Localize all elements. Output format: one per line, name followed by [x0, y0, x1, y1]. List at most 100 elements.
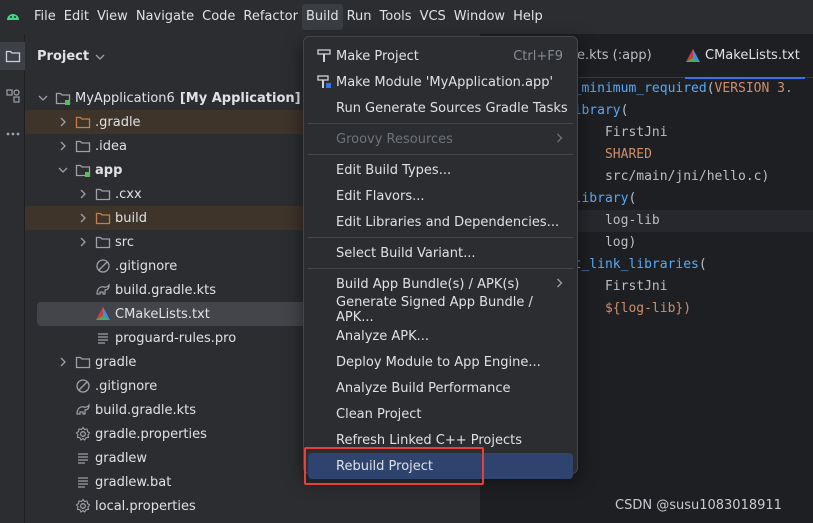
menu-code[interactable]: Code	[198, 4, 239, 30]
project-tool-folder-icon[interactable]	[0, 42, 25, 70]
menu-item-make-project[interactable]: Make Project Ctrl+F9	[308, 43, 573, 69]
tab-label: e.kts (:app)	[577, 48, 652, 63]
settings-icon	[75, 498, 91, 514]
tree-item-label: .gradle	[95, 114, 141, 130]
folder-icon	[95, 186, 111, 202]
chevron-right-icon[interactable]	[77, 188, 89, 200]
chevron-down-icon[interactable]	[57, 164, 69, 176]
tree-item-label: gradle.properties	[95, 426, 207, 442]
tree-item-label: build	[115, 210, 147, 226]
menu-refactor[interactable]: Refactor	[239, 4, 302, 30]
menu-window[interactable]: Window	[450, 4, 509, 30]
more-tools-icon[interactable]	[0, 120, 25, 148]
code-token: (	[620, 103, 629, 118]
folder-icon	[75, 138, 91, 154]
gradle-icon	[75, 402, 91, 418]
tab-cmakelists[interactable]: CMakeLists.txt	[685, 34, 805, 79]
menu-item-build-app-bundle-s-apk-s[interactable]: Build App Bundle(s) / APK(s)	[308, 271, 573, 297]
project-name-suffix: [My Application]	[179, 90, 301, 106]
folder-icon	[95, 210, 111, 226]
menu-build[interactable]: Build	[301, 4, 343, 30]
code-line[interactable]: src/main/jni/hello.c)	[558, 166, 769, 188]
module-folder-icon	[75, 162, 91, 178]
tree-item-label: gradle	[95, 354, 137, 370]
menu-separator	[308, 123, 573, 124]
tree-item-label: app	[95, 162, 123, 178]
menu-item-clean-project[interactable]: Clean Project	[308, 401, 573, 427]
menu-item-deploy-module-to-app-engine[interactable]: Deploy Module to App Engine...	[308, 349, 573, 375]
menu-item-generate-signed-app-bundle-apk[interactable]: Generate Signed App Bundle / APK...	[308, 295, 573, 325]
watermark: CSDN @susu1083018911	[615, 498, 782, 513]
chevron-right-icon[interactable]	[77, 212, 89, 224]
menu-file[interactable]: File	[30, 4, 60, 30]
code-token: (	[698, 257, 707, 272]
tab-build-gradle[interactable]: e.kts (:app)	[577, 34, 652, 78]
menu-item-edit-build-types[interactable]: Edit Build Types...	[308, 157, 573, 183]
menu-edit[interactable]: Edit	[60, 4, 93, 30]
menu-item-label: Analyze Build Performance	[336, 380, 511, 396]
submenu-arrow-icon	[556, 132, 563, 146]
build-menu-dropdown: Make Project Ctrl+F9 Make Module 'MyApplic…	[303, 36, 578, 479]
menu-item-analyze-apk[interactable]: Analyze APK...	[308, 323, 573, 349]
menu-tools[interactable]: Tools	[376, 4, 416, 30]
menu-item-label: Select Build Variant...	[336, 245, 476, 261]
menu-navigate[interactable]: Navigate	[132, 4, 198, 30]
menu-run[interactable]: Run	[343, 4, 376, 30]
menu-separator	[308, 154, 573, 155]
menu-separator	[308, 237, 573, 238]
chevron-down-icon[interactable]	[37, 92, 49, 104]
tree-item-label: proguard-rules.pro	[115, 330, 237, 346]
menu-item-label: Edit Libraries and Dependencies...	[336, 214, 560, 230]
tool-window-strip	[0, 34, 25, 523]
tree-item-label: local.properties	[95, 498, 196, 514]
chevron-right-icon[interactable]	[77, 236, 89, 248]
menu-item-run-generate-sources-gradle-tasks[interactable]: Run Generate Sources Gradle Tasks	[308, 95, 573, 121]
folder-icon	[75, 114, 91, 130]
tree-item-label: CMakeLists.txt	[115, 306, 210, 322]
menu-view[interactable]: View	[93, 4, 132, 30]
menu-item-edit-libraries-and-dependencies[interactable]: Edit Libraries and Dependencies...	[308, 209, 573, 235]
code-token: VERSION 3.	[714, 81, 793, 96]
menu-item-label: Edit Flavors...	[336, 188, 425, 204]
menu-item-analyze-build-performance[interactable]: Analyze Build Performance	[308, 375, 573, 401]
tree-item-label: gradlew	[95, 450, 148, 466]
tree-item-label: build.gradle.kts	[95, 402, 197, 418]
chevron-right-icon[interactable]	[57, 356, 69, 368]
menu-vcs[interactable]: VCS	[416, 4, 450, 30]
menu-item-make-module-myapplication-app[interactable]: Make Module 'MyApplication.app'	[308, 69, 573, 95]
chevron-right-icon[interactable]	[57, 116, 69, 128]
menu-item-select-build-variant[interactable]: Select Build Variant...	[308, 240, 573, 266]
menu-item-label: Clean Project	[336, 406, 422, 422]
module-folder-icon	[55, 90, 71, 106]
code-token: get_link_libraries	[558, 257, 699, 272]
menu-item-label: Edit Build Types...	[336, 162, 452, 178]
menu-item-groovy-resources: Groovy Resources	[308, 126, 573, 152]
project-panel-header[interactable]: Project	[37, 49, 105, 64]
menu-item-label: Run Generate Sources Gradle Tasks	[336, 100, 568, 116]
cmake-icon	[686, 49, 700, 62]
code-line[interactable]: ke_minimum_required(VERSION 3.	[558, 78, 793, 100]
menu-help[interactable]: Help	[509, 4, 547, 30]
code-line[interactable]: get_link_libraries(	[558, 254, 707, 276]
code-token: src/main/jni/hello.c)	[558, 169, 770, 184]
tree-item-label: gradlew.bat	[95, 474, 172, 490]
tree-item-local-properties[interactable]: local.properties	[25, 494, 480, 518]
tree-item-label: .gitignore	[95, 378, 158, 394]
gradle-icon	[95, 282, 111, 298]
tree-item-label: build.gradle.kts	[115, 282, 217, 298]
menu-item-edit-flavors[interactable]: Edit Flavors...	[308, 183, 573, 209]
menu-item-label: Groovy Resources	[336, 131, 453, 147]
structure-tool-icon[interactable]	[0, 82, 25, 110]
menu-item-shortcut: Ctrl+F9	[513, 48, 563, 64]
gitignore-icon	[95, 258, 111, 274]
settings-icon	[75, 426, 91, 442]
menu-item-label: Refresh Linked C++ Projects	[336, 432, 523, 448]
chevron-right-icon[interactable]	[57, 140, 69, 152]
tab-label: CMakeLists.txt	[705, 48, 800, 63]
